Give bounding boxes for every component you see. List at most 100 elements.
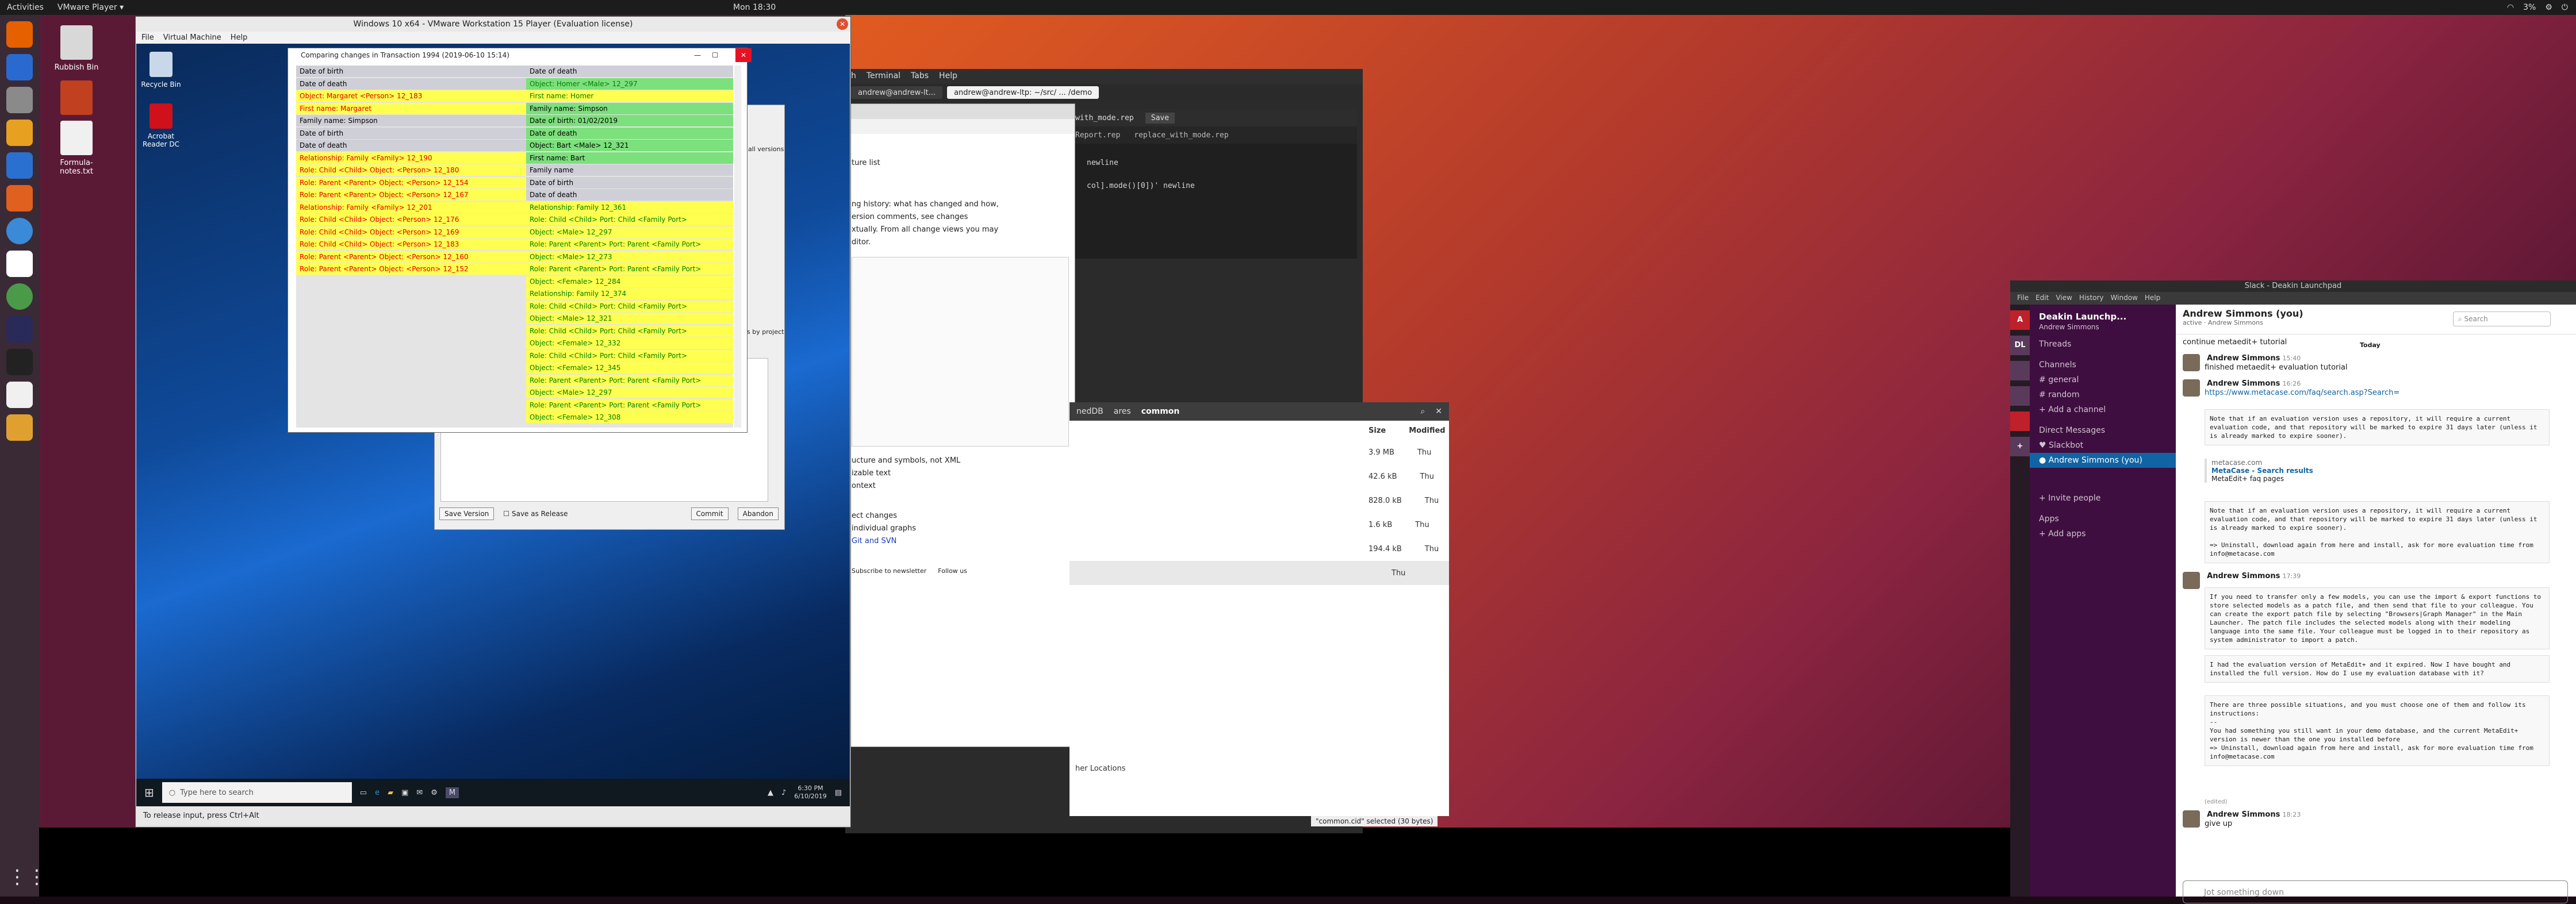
newsletter-link[interactable]: Subscribe to newsletter	[852, 565, 926, 578]
compare-row[interactable]: Object: Margaret <Person> 12_183	[296, 90, 526, 102]
channel-random[interactable]: # random	[2030, 387, 2176, 402]
edge-icon[interactable]: e	[375, 788, 379, 797]
dm-label[interactable]: Direct Messages	[2030, 423, 2176, 438]
compare-row[interactable]: Role: Parent <Parent> Object: <Person> 1…	[296, 176, 526, 189]
compare-row[interactable]: Family name: Simpson	[526, 102, 733, 114]
compare-row[interactable]: Object: <Female> 12_284	[526, 275, 733, 287]
compare-row[interactable]: Date of death	[296, 78, 526, 90]
editor-tab[interactable]: replace_with_mode.rep	[1134, 131, 1228, 140]
compare-row[interactable]: Relationship: Family <Family> 12_201	[296, 201, 526, 213]
text-editor-icon[interactable]	[6, 382, 33, 408]
compare-row[interactable]: Date of death	[526, 66, 733, 77]
compare-row[interactable]: Role: Child <Child> Port: Child <Family …	[526, 325, 733, 337]
settings-icon[interactable]: ⚙	[431, 788, 438, 797]
help-icon[interactable]	[6, 218, 33, 244]
add-apps[interactable]: + Add apps	[2030, 526, 2176, 541]
compare-row[interactable]: Role: Parent <Parent> Object: <Person> 1…	[296, 251, 526, 263]
vmware-icon[interactable]	[6, 414, 33, 441]
invite-people[interactable]: + Invite people	[2030, 491, 2176, 506]
compare-row[interactable]: First name: Bart	[526, 152, 733, 164]
menu-item[interactable]: Tabs	[911, 71, 929, 82]
eclipse-icon[interactable]	[6, 316, 33, 343]
dm-self[interactable]: ● Andrew Simmons (you)	[2030, 453, 2176, 468]
system-tray[interactable]: ◠ 3% ⚙ ⏻	[2507, 3, 2568, 12]
compare-row[interactable]: Role: Child <Child> Port: Child <Family …	[526, 214, 733, 225]
maximize-icon[interactable]: ☐	[712, 48, 718, 62]
close-button[interactable]: ✕	[735, 48, 752, 62]
taskbar-date[interactable]: 6/10/2019	[794, 793, 826, 801]
avatar[interactable]	[2183, 379, 2200, 397]
slack-window[interactable]: Slack - Deakin Launchpad File Edit View …	[2010, 280, 2576, 903]
windows-start-icon[interactable]: ⊞	[144, 786, 154, 799]
store-icon[interactable]: ▣	[401, 788, 408, 797]
show-applications-icon[interactable]: ⋮⋮	[7, 865, 47, 888]
metaedit-taskbar-icon[interactable]: M	[445, 787, 459, 798]
compare-row[interactable]: Object: <Male> 12_297	[526, 226, 733, 238]
browser-window[interactable]: ture list ng history: what has changed a…	[845, 103, 1075, 747]
menu-item[interactable]: File	[2017, 294, 2029, 303]
file-row[interactable]: 1.6 kB Thu	[1070, 513, 1449, 537]
file-row[interactable]: 194.4 kB Thu	[1070, 537, 1449, 561]
notifications-icon[interactable]: ▤	[835, 788, 842, 797]
compare-row[interactable]: Date of death	[296, 140, 526, 151]
desktop-icon-acrobat[interactable]: Acrobat Reader DC	[138, 103, 184, 148]
other-locations[interactable]: her Locations	[1075, 764, 1125, 773]
add-channel[interactable]: + Add a channel	[2030, 402, 2176, 417]
compare-row[interactable]: Role: Child <Child> Port: Child <Family …	[526, 300, 733, 312]
editor-save-button[interactable]: Save	[1145, 112, 1175, 124]
thunderbird-icon[interactable]	[6, 54, 33, 80]
compare-row[interactable]: Role: Child <Child> Object: <Person> 12_…	[296, 164, 526, 176]
close-icon[interactable]: ✕	[837, 18, 848, 30]
rhythmbox-icon[interactable]	[6, 120, 33, 146]
compare-row[interactable]: Role: Parent <Parent> Port: Parent <Fami…	[526, 374, 733, 386]
workspace-5[interactable]	[2010, 411, 2030, 431]
slack-icon[interactable]	[6, 251, 33, 277]
task-view-icon[interactable]: ▭	[360, 788, 367, 797]
activities-button[interactable]: Activities	[7, 3, 44, 12]
dm-slackbot[interactable]: ♥ Slackbot	[2030, 438, 2176, 453]
add-workspace-icon[interactable]: +	[2010, 437, 2030, 456]
compare-row[interactable]: Family name: Simpson	[296, 115, 526, 126]
compare-row[interactable]: Object: <Female> 12_332	[526, 337, 733, 349]
taskbar-time[interactable]: 6:30 PM	[794, 784, 826, 793]
menu-item[interactable]: History	[2079, 294, 2104, 303]
compare-row[interactable]: Role: Parent <Parent> Port: Parent <Fami…	[526, 399, 733, 411]
commit-button[interactable]: Commit	[691, 507, 729, 520]
compare-row[interactable]: Date of birth	[526, 176, 733, 189]
path-segment[interactable]: nedDB	[1076, 407, 1103, 416]
compare-row[interactable]: Relationship: Family <Family> 12_190	[296, 152, 526, 164]
slack-search[interactable]: ⌕ Search	[2453, 311, 2551, 326]
menu-item[interactable]: File	[141, 33, 154, 43]
compare-row[interactable]: Family name	[526, 164, 733, 176]
file-row[interactable]: 42.6 kB Thu	[1070, 464, 1449, 488]
column-modified[interactable]: Modified	[1409, 426, 1445, 435]
channel-general[interactable]: # general	[2030, 372, 2176, 387]
scrollbar[interactable]	[734, 66, 741, 428]
menu-item[interactable]: Window	[2111, 294, 2138, 303]
compare-row[interactable]: Role: Child <Child> Port: Child <Family …	[526, 349, 733, 361]
volume-icon[interactable]: ♪	[781, 788, 786, 797]
abandon-button[interactable]: Abandon	[737, 507, 779, 520]
compare-row[interactable]: Object: <Male> 12_273	[526, 251, 733, 263]
compare-row[interactable]: Role: Parent <Parent> Object: <Person> 1…	[296, 189, 526, 201]
compare-row[interactable]: Object: <Male> 12_297	[526, 387, 733, 398]
avatar[interactable]	[2183, 354, 2200, 371]
taskbar-search[interactable]: ○ Type here to search	[162, 782, 352, 803]
explorer-icon[interactable]: ▰	[388, 788, 393, 797]
desktop-icon-rubbish-bin[interactable]: Rubbish Bin	[45, 25, 108, 72]
workspace-name[interactable]: Deakin Launchp...	[2030, 305, 2176, 322]
terminal-tab[interactable]: andrew@andrew-lt...	[851, 86, 943, 99]
save-as-release-checkbox[interactable]: ☐ Save as Release	[503, 510, 568, 518]
desktop-icon-red-file[interactable]	[45, 80, 108, 118]
path-segment[interactable]: ares	[1114, 407, 1131, 416]
code-editor[interactable]: with_mode.rep Save Report.rep replace_wi…	[1070, 109, 1357, 259]
file-row-selected[interactable]: Thu	[1070, 561, 1449, 585]
compare-row[interactable]: Object: <Female> 12_345	[526, 362, 733, 374]
compare-changes-window[interactable]: Comparing changes in Transaction 1994 (2…	[288, 48, 752, 433]
threads-item[interactable]: Threads	[2030, 337, 2176, 352]
apps-label[interactable]: Apps	[2030, 511, 2176, 526]
compare-row[interactable]: Object: <Male> 12_321	[526, 313, 733, 324]
compare-row[interactable]: Role: Child <Child> Object: <Person> 12_…	[296, 238, 526, 250]
minimize-icon[interactable]: —	[694, 48, 701, 62]
menu-item[interactable]: h	[851, 71, 856, 82]
